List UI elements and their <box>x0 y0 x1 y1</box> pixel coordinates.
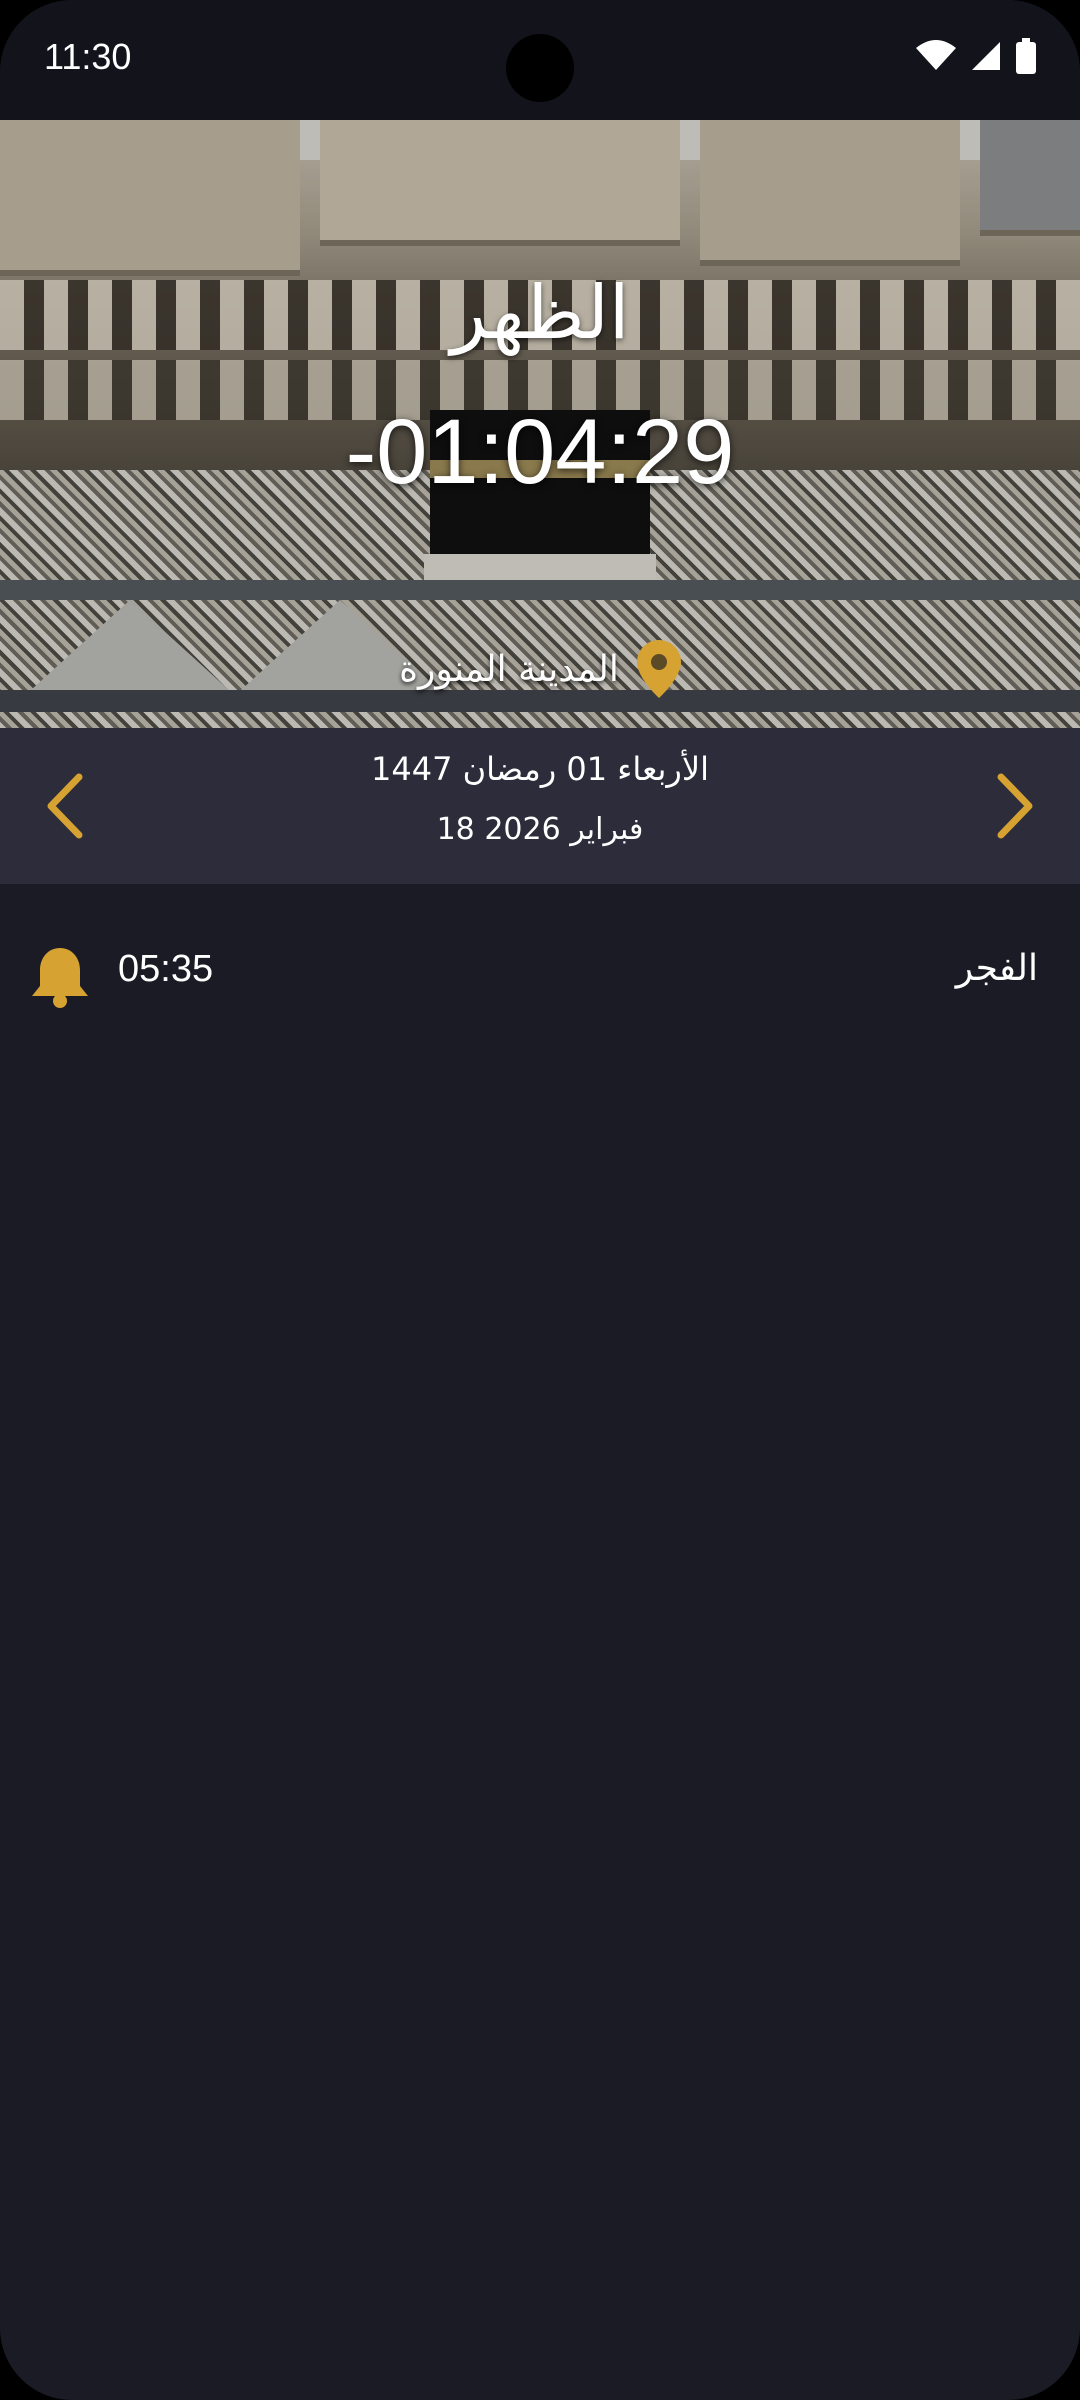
prayer-times-list: الفجر 05:35 <box>0 922 1080 1027</box>
location-pin-icon <box>636 640 681 698</box>
battery-icon <box>1016 38 1036 74</box>
phone-screen: 11:30 الظهر -01:04:29 المدينة المنورة ال… <box>0 0 1080 2400</box>
hijri-date: الأربعاء 01 رمضان 1447 <box>371 750 709 788</box>
signal-icon <box>972 42 1000 70</box>
location-button[interactable]: المدينة المنورة <box>0 640 1080 698</box>
hero-banner: الظهر -01:04:29 المدينة المنورة <box>0 120 1080 728</box>
chevron-right-icon <box>997 773 1033 839</box>
camera-cutout <box>506 34 574 102</box>
location-label: المدينة المنورة <box>399 648 619 690</box>
next-prayer-name: الظهر <box>450 270 630 356</box>
prayer-countdown: -01:04:29 <box>345 401 735 503</box>
prayer-name: الفجر <box>955 948 1038 989</box>
status-bar: 11:30 <box>0 0 1080 120</box>
date-navigator: الأربعاء 01 رمضان 1447 18 فبراير 2026 <box>0 728 1080 884</box>
prayer-row-fajr[interactable]: الفجر 05:35 <box>0 922 1080 1027</box>
status-time: 11:30 <box>44 36 132 77</box>
wifi-icon <box>916 40 956 70</box>
next-day-button[interactable] <box>980 768 1050 844</box>
status-icons <box>916 38 1036 74</box>
prayer-time: 05:35 <box>118 948 214 990</box>
gregorian-date: 18 فبراير 2026 <box>436 812 644 847</box>
bell-on-icon[interactable] <box>30 946 90 1008</box>
